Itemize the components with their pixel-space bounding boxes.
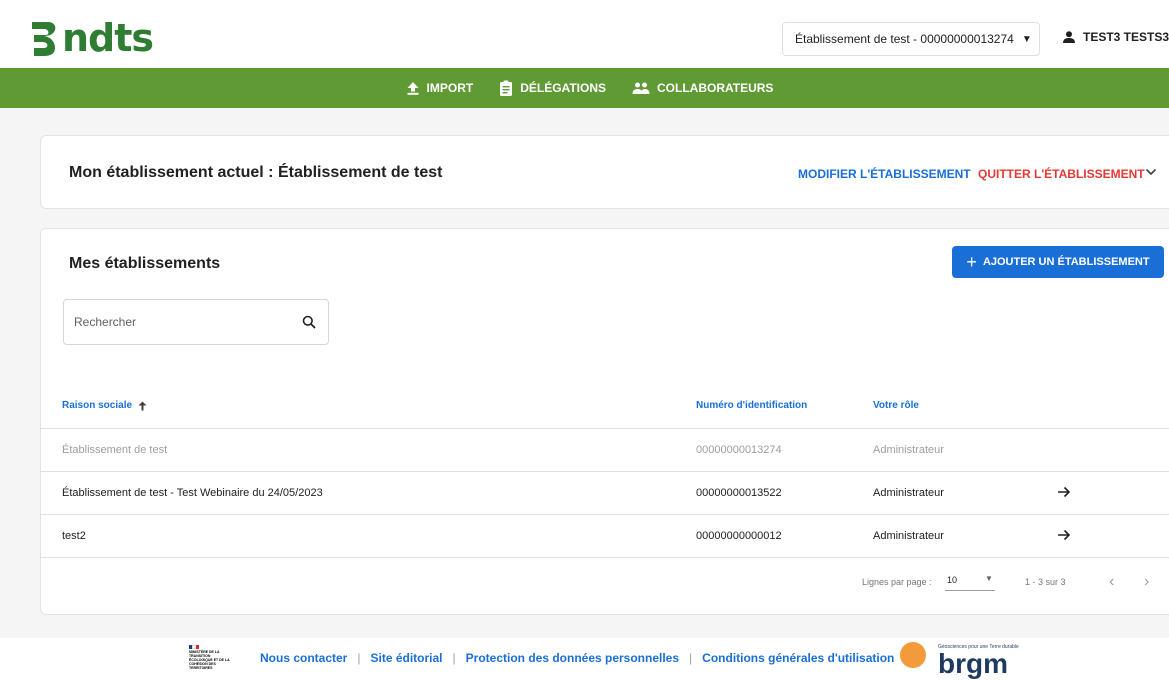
cell-numero: 00000000013522 (696, 487, 782, 499)
brgm-logo: Géosciences pour une Terre durable brgm (900, 642, 1040, 680)
footer-link-privacy[interactable]: Protection des données personnelles (466, 651, 679, 665)
cell-role: Administrateur (873, 444, 944, 456)
table-row: Établissement de test 00000000013274 Adm… (41, 429, 1169, 471)
table-row: test2 00000000000012 Administrateur (41, 515, 1169, 557)
cell-raison-sociale: test2 (62, 530, 86, 542)
cell-raison-sociale: Établissement de test - Test Webinaire d… (62, 487, 323, 499)
search-field[interactable] (63, 299, 329, 345)
previous-page-icon[interactable]: ‹ (1109, 573, 1114, 591)
add-establishment-label: AJOUTER UN ÉTABLISSEMENT (982, 256, 1150, 268)
sort-ascending-icon (138, 401, 147, 410)
separator: | (452, 651, 456, 665)
nav-item-label: IMPORT (426, 81, 474, 95)
user-icon (1063, 31, 1075, 43)
ndts-logo[interactable]: ndts (26, 16, 154, 60)
establishment-select-value: Établissement de test - 00000000013274 (795, 32, 1014, 46)
caret-down-icon: ▼ (1021, 33, 1032, 45)
main-nav: IMPORT DÉLÉGATIONS COLLABORATEURS (0, 68, 1169, 108)
separator: | (357, 651, 361, 665)
nav-item-import[interactable]: IMPORT (406, 81, 474, 95)
search-icon[interactable] (302, 315, 316, 329)
people-icon (632, 82, 650, 94)
plus-icon: + (966, 252, 977, 272)
cell-raison-sociale: Établissement de test (62, 444, 168, 456)
nav-item-collaborateurs[interactable]: COLLABORATEURS (632, 81, 773, 95)
cell-role: Administrateur (873, 530, 944, 542)
clipboard-icon (500, 80, 513, 96)
column-header-label: Votre rôle (873, 400, 919, 411)
footer-link-terms[interactable]: Conditions générales d'utilisation (702, 651, 894, 665)
column-header-label: Raison sociale (62, 400, 133, 411)
current-establishment-card: Mon établissement actuel : Établissement… (40, 135, 1169, 209)
user-menu[interactable]: TEST3 TESTS3 (1062, 30, 1169, 44)
establishment-select[interactable]: Établissement de test - 00000000013274 ▼ (782, 22, 1040, 56)
arrow-right-icon[interactable] (1057, 529, 1071, 541)
column-header-numero[interactable]: Numéro d'identification (696, 400, 807, 411)
modify-establishment-button[interactable]: MODIFIER L'ÉTABLISSEMENT (798, 167, 971, 181)
quit-establishment-button[interactable]: QUITTER L'ÉTABLISSEMENT (978, 167, 1145, 181)
nav-item-label: COLLABORATEURS (657, 81, 774, 95)
rows-per-page-value: 10 (947, 575, 958, 585)
upload-icon (407, 82, 419, 95)
nav-item-delegations[interactable]: DÉLÉGATIONS (499, 80, 606, 96)
establishments-card: Mes établissements + AJOUTER UN ÉTABLISS… (40, 228, 1169, 615)
brgm-name: brgm (938, 648, 1008, 679)
ministry-text: MINISTÈRE DE LA TRANSITION ÉCOLOGIQUE ET… (189, 650, 230, 670)
column-header-label: Numéro d'identification (696, 400, 808, 411)
column-header-role[interactable]: Votre rôle (873, 400, 919, 411)
footer-link-contact[interactable]: Nous contacter (260, 651, 347, 665)
footer-link-site-editorial[interactable]: Site éditorial (370, 651, 442, 665)
cell-role: Administrateur (873, 487, 944, 499)
logo-text: ndts (62, 16, 154, 60)
next-page-icon[interactable]: › (1144, 573, 1149, 591)
footer: MINISTÈRE DE LA TRANSITION ÉCOLOGIQUE ET… (0, 638, 1169, 681)
brgm-mark-icon (900, 642, 926, 668)
caret-down-icon: ▼ (985, 574, 993, 583)
french-flag-icon (189, 645, 200, 649)
logo-mark-icon (32, 22, 56, 56)
add-establishment-button[interactable]: + AJOUTER UN ÉTABLISSEMENT (952, 246, 1164, 278)
arrow-right-icon[interactable] (1057, 486, 1071, 498)
current-establishment-title: Mon établissement actuel : Établissement… (69, 164, 443, 181)
establishments-title: Mes établissements (69, 255, 221, 272)
rows-per-page-label: Lignes par page : (862, 577, 932, 587)
chevron-down-icon[interactable] (1145, 168, 1157, 176)
column-header-raison-sociale[interactable]: Raison sociale (62, 400, 147, 411)
pagination-range: 1 - 3 sur 3 (1025, 577, 1066, 587)
cell-numero: 00000000013274 (696, 444, 782, 456)
user-name: TEST3 TESTS3 (1083, 30, 1169, 44)
search-input[interactable] (74, 315, 284, 329)
divider (41, 557, 1169, 558)
table-row: Établissement de test - Test Webinaire d… (41, 472, 1169, 514)
rows-per-page-select[interactable]: 10 ▼ (945, 571, 995, 591)
nav-item-label: DÉLÉGATIONS (520, 81, 606, 95)
cell-numero: 00000000000012 (696, 530, 782, 542)
footer-links: Nous contacter | Site éditorial | Protec… (260, 651, 894, 665)
ministry-logo: MINISTÈRE DE LA TRANSITION ÉCOLOGIQUE ET… (189, 645, 231, 675)
separator: | (689, 651, 693, 665)
app-header: ndts Établissement de test - 00000000013… (0, 0, 1169, 68)
